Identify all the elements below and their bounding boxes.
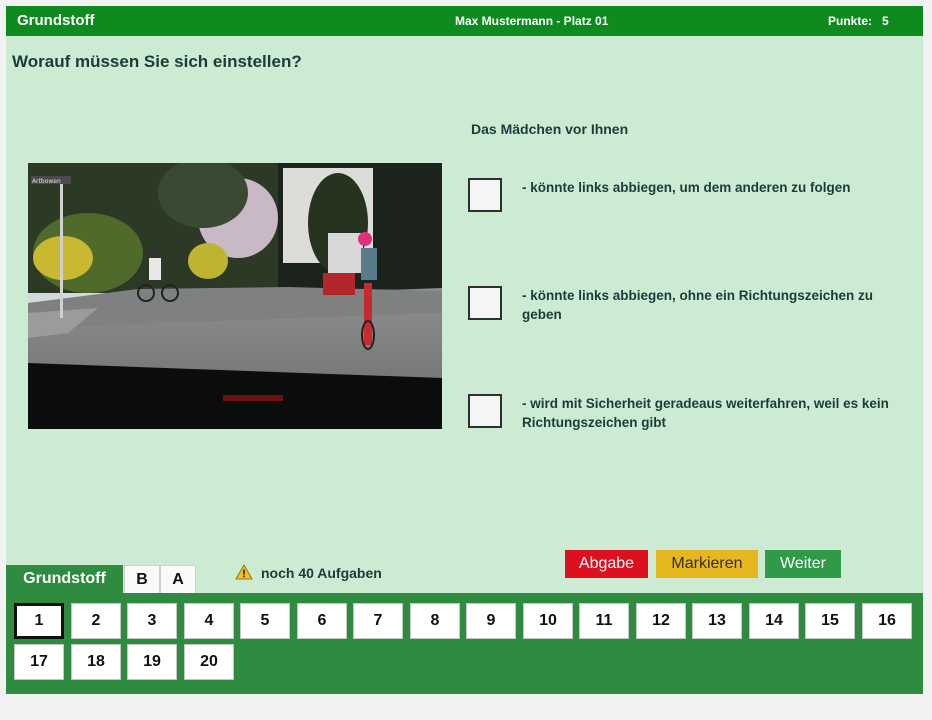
- street-sign-text: Artbowen: [32, 178, 61, 185]
- answer-checkbox-2[interactable]: [468, 286, 502, 320]
- question-number-button[interactable]: 8: [410, 603, 460, 639]
- question-number-button[interactable]: 19: [127, 644, 177, 680]
- question-number-button[interactable]: 10: [523, 603, 573, 639]
- traffic-scene-image: Artbowen: [28, 163, 442, 429]
- question-number-button[interactable]: 1: [14, 603, 64, 639]
- question-text: Worauf müssen Sie sich einstellen?: [12, 52, 302, 71]
- question-number-button[interactable]: 11: [579, 603, 629, 639]
- question-number-button[interactable]: 18: [71, 644, 121, 680]
- submit-button[interactable]: Abgabe: [565, 550, 648, 578]
- question-number-button[interactable]: 3: [127, 603, 177, 639]
- tab-a[interactable]: A: [160, 565, 196, 593]
- answer-text-3: - wird mit Sicherheit geradeaus weiterfa…: [522, 396, 889, 430]
- question-number-button[interactable]: 20: [184, 644, 234, 680]
- answer-text-2: - könnte links abbiegen, ohne ein Richtu…: [522, 288, 874, 322]
- question-number-button[interactable]: 7: [353, 603, 403, 639]
- question-subtitle: Das Mädchen vor Ihnen: [471, 121, 629, 137]
- answer-checkbox-1[interactable]: [468, 178, 502, 212]
- question-number-button[interactable]: 16: [862, 603, 912, 639]
- question-number-button[interactable]: 2: [71, 603, 121, 639]
- question-number-button[interactable]: 4: [184, 603, 234, 639]
- exam-window: Grundstoff Max Mustermann - Platz 01 Pun…: [6, 6, 923, 694]
- warning-icon: [235, 564, 253, 580]
- question-number-button[interactable]: 6: [297, 603, 347, 639]
- candidate-name: Max Mustermann - Platz 01: [455, 14, 609, 28]
- points-label: Punkte:: [828, 14, 873, 28]
- answer-checkbox-3[interactable]: [468, 394, 502, 428]
- question-number-button[interactable]: 14: [749, 603, 799, 639]
- app-title: Grundstoff: [17, 12, 95, 29]
- tab-grundstoff[interactable]: Grundstoff: [6, 565, 123, 593]
- question-number-button[interactable]: 17: [14, 644, 64, 680]
- mark-button[interactable]: Markieren: [656, 550, 758, 578]
- question-number-button[interactable]: 5: [240, 603, 290, 639]
- question-number-button[interactable]: 15: [805, 603, 855, 639]
- tab-b[interactable]: B: [124, 565, 160, 593]
- remaining-tasks: noch 40 Aufgaben: [261, 565, 382, 581]
- question-image: Artbowen: [28, 163, 442, 429]
- points-display: Punkte: 5: [828, 14, 889, 28]
- answer-text-1: - könnte links abbiegen, um dem anderen …: [522, 180, 851, 195]
- next-button[interactable]: Weiter: [765, 550, 841, 578]
- question-number-button[interactable]: 9: [466, 603, 516, 639]
- question-number-button[interactable]: 12: [636, 603, 686, 639]
- question-number-button[interactable]: 13: [692, 603, 742, 639]
- points-value: 5: [882, 14, 889, 28]
- question-navigator: 1 2 3 4 5 6 7 8 9 10 11 12 13 14 15 16 1…: [6, 593, 923, 694]
- header-bar: Grundstoff Max Mustermann - Platz 01 Pun…: [6, 6, 923, 36]
